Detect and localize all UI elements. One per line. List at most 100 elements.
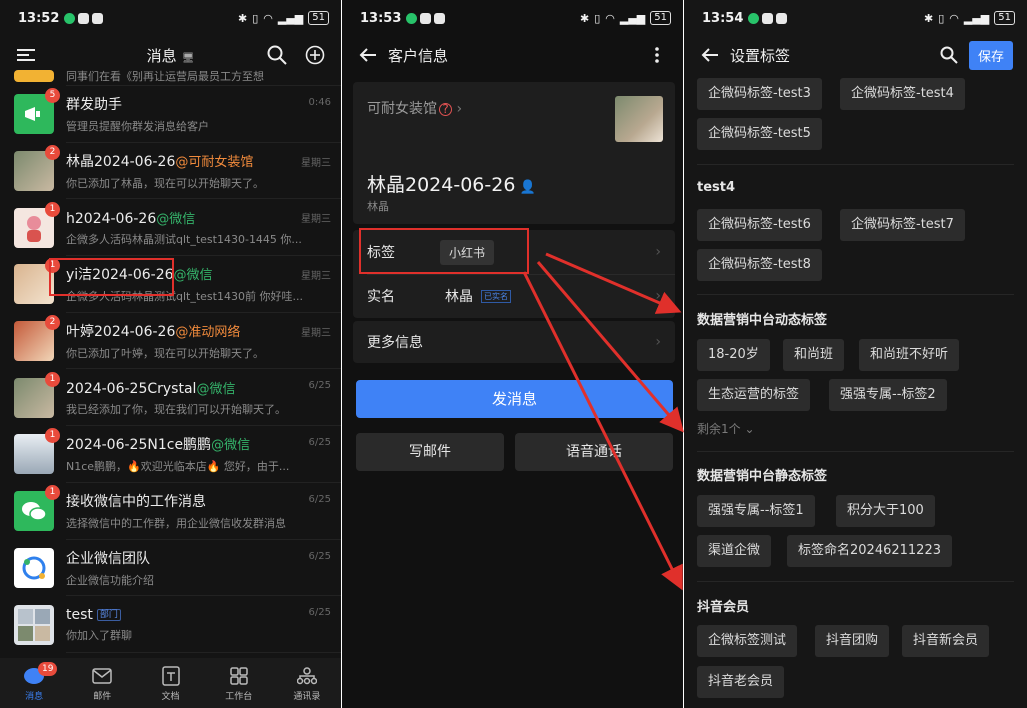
chat-preview: 企微多人活码林晶测试qlt_test1430-1445 你... bbox=[66, 233, 302, 247]
label-chip: 小红书 bbox=[440, 239, 495, 265]
menu-icon[interactable] bbox=[14, 43, 38, 67]
tag-group-title: 数据营销中台静态标签 bbox=[697, 469, 828, 484]
chat-org-tag: @微信 bbox=[156, 212, 196, 228]
nav-mail[interactable]: 邮件 bbox=[68, 658, 136, 708]
chat-preview: 你已添加了叶婷，现在可以开始聊天了。 bbox=[66, 347, 264, 361]
chat-name: h2024-06-26 bbox=[66, 211, 157, 228]
chevron-down-icon: ⌄ bbox=[744, 422, 755, 436]
tag-chip[interactable]: 渠道企微 bbox=[697, 535, 772, 567]
chat-item[interactable]: 1 h2024-06-26@微信 企微多人活码林晶测试qlt_test1430-… bbox=[0, 199, 341, 256]
more-vertical-icon[interactable] bbox=[645, 43, 669, 67]
tag-chip[interactable]: 企微标签测试 bbox=[697, 625, 798, 657]
chat-preview: 选择微信中的工作群，用企业微信收发群消息 bbox=[66, 517, 286, 531]
tag-chip[interactable]: 企微码标签-test7 bbox=[840, 209, 965, 241]
tag-chip[interactable]: 积分大于100 bbox=[836, 495, 935, 527]
set-tags-header: 设置标签 保存 bbox=[684, 36, 1027, 74]
more-info-row[interactable]: 更多信息 › bbox=[353, 321, 675, 363]
chat-item[interactable]: 1 yi洁2024-06-26@微信 企微多人活码林晶测试qlt_test143… bbox=[0, 256, 341, 313]
customer-info-header: 客户信息 bbox=[342, 36, 683, 74]
tag-group-title: 数据营销中台动态标签 bbox=[697, 313, 828, 328]
status-bar: 13:54 ✱ ▯ ◠ ▂▄▆ 51 bbox=[684, 0, 1027, 36]
tag-chip[interactable]: 抖音新会员 bbox=[902, 625, 990, 657]
save-button[interactable]: 保存 bbox=[968, 40, 1013, 70]
chat-item[interactable]: test 部门 你加入了群聊 6/25 bbox=[0, 596, 341, 653]
chat-item[interactable]: 同事们在看《别再让运营局最员工方至想 bbox=[0, 66, 341, 86]
add-icon[interactable] bbox=[303, 43, 327, 67]
chat-preview: 企业微信功能介绍 bbox=[66, 573, 154, 587]
chat-list: 同事们在看《别再让运营局最员工方至想 5 群发助手 管理员提醒你群发消息给客户 … bbox=[0, 70, 341, 653]
nav-contacts[interactable]: 通讯录 bbox=[273, 658, 341, 708]
divider bbox=[697, 581, 1014, 582]
chat-time: 6/25 bbox=[308, 607, 331, 619]
search-icon[interactable] bbox=[265, 43, 289, 67]
voice-call-button[interactable]: 语音通话 bbox=[515, 433, 673, 471]
nav-messages[interactable]: 19 消息 bbox=[0, 658, 68, 708]
wecom-team-icon bbox=[14, 547, 54, 588]
nav-workbench[interactable]: 工作台 bbox=[205, 658, 273, 708]
realname-row[interactable]: 实名 林晶 已实名 › bbox=[353, 274, 675, 318]
divider bbox=[697, 294, 1014, 295]
status-bar: 13:52 ✱ ▯ ◠ ▂▄▆ 51 bbox=[0, 0, 341, 36]
back-arrow-icon[interactable] bbox=[698, 43, 722, 67]
show-more-link[interactable]: 剩余1个 ⌄ bbox=[697, 420, 755, 437]
nav-docs[interactable]: 文档 bbox=[136, 658, 204, 708]
chat-item[interactable]: 企业微信团队 企业微信功能介绍 6/25 bbox=[0, 540, 341, 597]
customer-card: 可耐女装馆? › 林晶2024-06-26 👤 林晶 bbox=[353, 82, 675, 224]
customer-photo[interactable] bbox=[615, 96, 663, 142]
tag-chip[interactable]: 和尚班不好听 bbox=[859, 339, 960, 371]
nav-label: 文档 bbox=[161, 691, 180, 702]
chat-item[interactable]: 1 2024-06-25N1ce鹏鹏@微信 N1ce鹏鹏，🔥欢迎光临本店🔥 您好… bbox=[0, 426, 341, 483]
bluetooth-icon: ✱ bbox=[579, 11, 590, 25]
chat-time: 0:46 bbox=[308, 97, 331, 108]
company-link[interactable]: 可耐女装馆? › bbox=[367, 98, 462, 118]
back-arrow-icon[interactable] bbox=[356, 43, 380, 67]
tag-chip[interactable]: 和尚班 bbox=[783, 339, 845, 371]
tag-chip[interactable]: 生态运营的标签 bbox=[697, 379, 811, 411]
chat-time: 6/25 bbox=[308, 550, 331, 562]
chat-name: test bbox=[66, 606, 93, 623]
tag-chip[interactable]: 18-20岁 bbox=[697, 339, 770, 371]
chat-item[interactable]: 2 叶婷2024-06-26@准动网络 你已添加了叶婷，现在可以开始聊天了。 星… bbox=[0, 313, 341, 370]
chat-item[interactable]: 1 2024-06-25Crystal@微信 我已经添加了你，现在我们可以开始聊… bbox=[0, 369, 341, 426]
chat-preview: N1ce鹏鹏，🔥欢迎光临本店🔥 您好，由于... bbox=[66, 460, 290, 474]
tag-chip[interactable]: 抖音团购 bbox=[815, 625, 890, 657]
more-info-card: 更多信息 › bbox=[353, 321, 675, 363]
tag-chip[interactable]: 企微码标签-test6 bbox=[697, 209, 822, 241]
tag-chip[interactable]: 企微码标签-test4 bbox=[840, 78, 965, 110]
tag-chip[interactable]: 企微码标签-test5 bbox=[697, 118, 822, 150]
chat-name: 接收微信中的工作消息 bbox=[66, 494, 206, 511]
system-status-icons: ✱ ▯ ◠ ▂▄▆ 51 bbox=[580, 11, 671, 25]
chat-item[interactable]: 2 林晶2024-06-26@可耐女装馆 你已添加了林晶，现在可以开始聊天了。 … bbox=[0, 143, 341, 200]
chat-org-tag: @微信 bbox=[211, 438, 251, 454]
chat-item[interactable]: 1 接收微信中的工作消息 选择微信中的工作群，用企业微信收发群消息 6/25 bbox=[0, 483, 341, 540]
write-email-button[interactable]: 写邮件 bbox=[356, 433, 504, 471]
help-icon[interactable]: ? bbox=[439, 103, 452, 116]
tag-chip[interactable]: 标签命名20246211223 bbox=[787, 535, 952, 567]
tag-chip[interactable]: 强强专属--标签2 bbox=[829, 379, 947, 411]
chat-org-tag: @微信 bbox=[173, 268, 213, 284]
tag-chip[interactable]: 强强专属--标签1 bbox=[697, 495, 815, 527]
label-row-title: 标签 bbox=[367, 245, 395, 261]
tag-chip[interactable]: 企微码标签-test8 bbox=[697, 249, 822, 281]
avatar: 1 bbox=[14, 258, 60, 305]
tag-groups: 企微码标签-test3 企微码标签-test4 企微码标签-test5 test… bbox=[684, 74, 1027, 708]
send-message-button[interactable]: 发消息 bbox=[356, 380, 673, 418]
nav-label: 工作台 bbox=[225, 691, 253, 702]
wechat-icon: 1 bbox=[14, 485, 60, 532]
wifi-icon: ◠ bbox=[263, 11, 273, 25]
group-avatar bbox=[14, 604, 54, 645]
unread-badge: 1 bbox=[45, 201, 60, 217]
status-time: 13:52 bbox=[18, 10, 60, 26]
chat-preview: 管理员提醒你群发消息给客户 bbox=[66, 120, 209, 134]
tag-chip[interactable]: 企微码标签-test3 bbox=[697, 78, 822, 110]
chat-preview: 我已经添加了你，现在我们可以开始聊天了。 bbox=[66, 403, 286, 417]
search-icon[interactable] bbox=[937, 43, 961, 67]
chat-item[interactable]: 5 群发助手 管理员提醒你群发消息给客户 0:46 bbox=[0, 86, 341, 143]
notification-icons bbox=[406, 12, 446, 24]
chat-name: 叶婷2024-06-26 bbox=[66, 324, 176, 341]
person-icon: 👤 bbox=[515, 180, 536, 195]
unread-badge: 1 bbox=[45, 371, 60, 387]
tag-chip[interactable]: 抖音老会员 bbox=[697, 666, 785, 698]
bottom-nav: 19 消息 邮件 文档 工作台 通讯录 bbox=[0, 658, 341, 708]
label-row[interactable]: 标签 小红书 › bbox=[353, 230, 675, 274]
